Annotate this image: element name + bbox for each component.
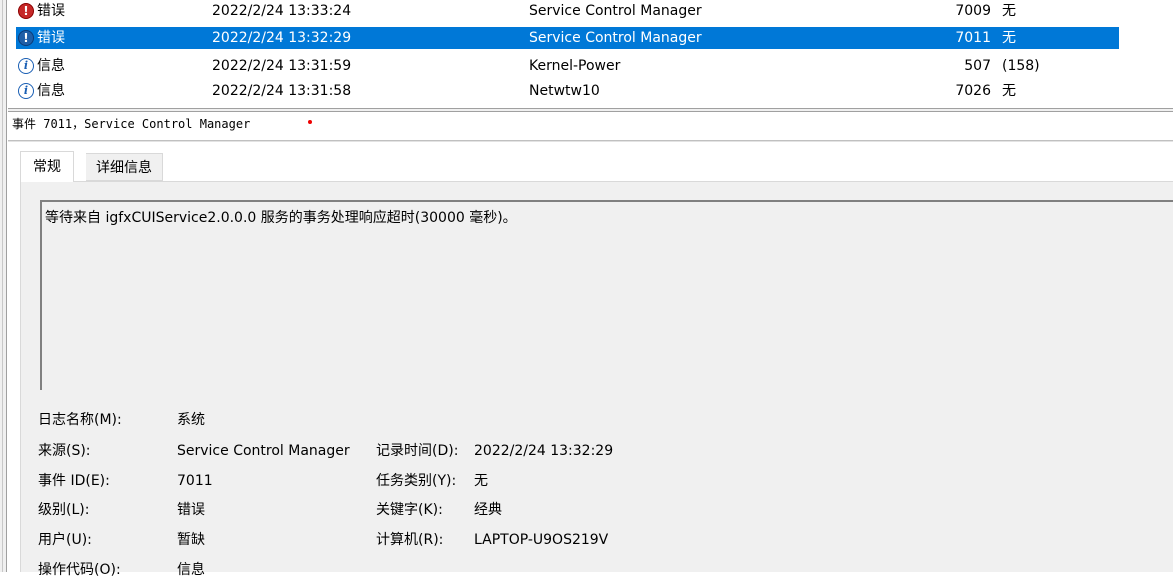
event-row-selected[interactable]: ! 错误 2022/2/24 13:32:29 Service Control …: [8, 27, 1173, 49]
computer-label: 计算机(R):: [376, 532, 444, 548]
event-row[interactable]: ! 错误 2022/2/24 13:33:24 Service Control …: [8, 0, 1173, 22]
keywords-label: 关键字(K):: [376, 502, 443, 518]
task-category-value: 无: [474, 473, 488, 489]
info-icon: i: [18, 83, 34, 99]
computer-value: LAPTOP-U9OS219V: [474, 532, 609, 548]
logged-value: 2022/2/24 13:32:29: [474, 443, 614, 459]
event-category: (158): [1002, 58, 1040, 74]
task-category-label: 任务类别(Y):: [376, 473, 457, 489]
event-description: 等待来自 igfxCUIService2.0.0.0 服务的事务处理响应超时(3…: [45, 210, 517, 226]
event-date: 2022/2/24 13:33:24: [212, 3, 352, 19]
level-value: 错误: [177, 502, 205, 518]
event-source: Service Control Manager: [529, 3, 702, 19]
event-id: 7011: [955, 30, 991, 46]
event-level: 信息: [37, 58, 65, 74]
event-id: 507: [964, 58, 991, 74]
event-id: 7026: [955, 83, 991, 99]
user-value: 暂缺: [177, 532, 205, 548]
tab-details[interactable]: 详细信息: [86, 153, 163, 181]
event-list[interactable]: ! 错误 2022/2/24 13:33:24 Service Control …: [8, 0, 1173, 106]
event-level: 错误: [37, 27, 65, 49]
logged-label: 记录时间(D):: [376, 443, 459, 459]
log-name-value: 系统: [177, 412, 205, 428]
title-divider: [8, 140, 1173, 142]
event-id: 7009: [955, 3, 991, 19]
event-date: 2022/2/24 13:31:59: [212, 58, 352, 74]
event-source: Netwtw10: [529, 83, 600, 99]
event-detail-title: 事件 7011，Service Control Manager: [12, 117, 251, 131]
event-category: 无: [1002, 83, 1016, 99]
log-name-label: 日志名称(M):: [38, 412, 122, 428]
opcode-label: 操作代码(O):: [38, 562, 121, 578]
user-label: 用户(U):: [38, 532, 92, 548]
tab-general[interactable]: 常规: [20, 151, 74, 182]
event-source: Kernel-Power: [529, 58, 621, 74]
event-row[interactable]: i 信息 2022/2/24 13:31:58 Netwtw10 7026 无: [8, 80, 1173, 102]
event-date: 2022/2/24 13:31:58: [212, 83, 352, 99]
error-icon: !: [18, 3, 34, 19]
pane-splitter[interactable]: [8, 108, 1173, 112]
window-frame-left: [0, 0, 7, 572]
error-icon: !: [18, 30, 34, 46]
event-date: 2022/2/24 13:32:29: [212, 30, 352, 46]
source-value: Service Control Manager: [177, 443, 350, 459]
event-source: Service Control Manager: [529, 30, 702, 46]
event-level: 信息: [37, 83, 65, 99]
info-icon: i: [18, 58, 34, 74]
cursor-dot: [308, 120, 312, 124]
event-row[interactable]: i 信息 2022/2/24 13:31:59 Kernel-Power 507…: [8, 55, 1173, 77]
event-id-value: 7011: [177, 473, 213, 489]
source-label: 来源(S):: [38, 443, 91, 459]
event-category: 无: [1002, 3, 1016, 19]
description-box[interactable]: [40, 200, 1173, 390]
event-category: 无: [1002, 30, 1016, 46]
event-id-label: 事件 ID(E):: [38, 473, 110, 489]
keywords-value: 经典: [474, 502, 502, 518]
event-level: 错误: [37, 3, 65, 19]
opcode-value: 信息: [177, 562, 205, 578]
level-label: 级别(L):: [38, 502, 90, 518]
